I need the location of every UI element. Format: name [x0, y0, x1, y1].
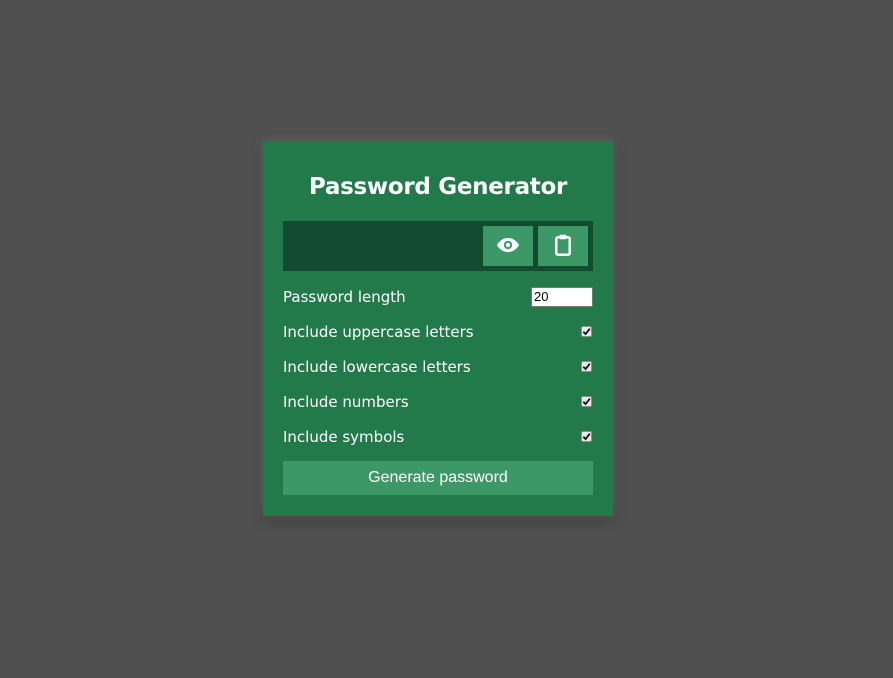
lowercase-checkbox[interactable] [581, 361, 592, 372]
option-row-uppercase: Include uppercase letters [283, 314, 593, 349]
generate-password-button[interactable]: Generate password [283, 461, 593, 495]
checkmark-icon [582, 328, 591, 336]
option-row-numbers: Include numbers [283, 384, 593, 419]
option-row-lowercase: Include lowercase letters [283, 349, 593, 384]
password-generator-card: Password Generator Password length 20 In… [263, 141, 613, 516]
checkmark-icon [582, 398, 591, 406]
checkmark-icon [582, 433, 591, 441]
password-length-label: Password length [283, 287, 406, 306]
app-title: Password Generator [308, 174, 568, 200]
password-length-row: Password length [283, 279, 593, 314]
numbers-checkbox[interactable] [581, 396, 592, 407]
uppercase-label: Include uppercase letters [283, 322, 474, 341]
clipboard-icon [555, 234, 571, 259]
numbers-label: Include numbers [283, 392, 409, 411]
eye-icon [496, 237, 520, 256]
copy-password-button[interactable] [538, 226, 588, 266]
uppercase-checkbox[interactable] [581, 326, 592, 337]
password-length-input[interactable] [531, 286, 593, 307]
symbols-label: Include symbols [283, 427, 405, 446]
checkmark-icon [582, 363, 591, 371]
show-password-button[interactable] [483, 226, 533, 266]
lowercase-label: Include lowercase letters [283, 357, 471, 376]
password-result-box [283, 221, 593, 271]
option-row-symbols: Include symbols [283, 419, 593, 454]
symbols-checkbox[interactable] [581, 431, 592, 442]
